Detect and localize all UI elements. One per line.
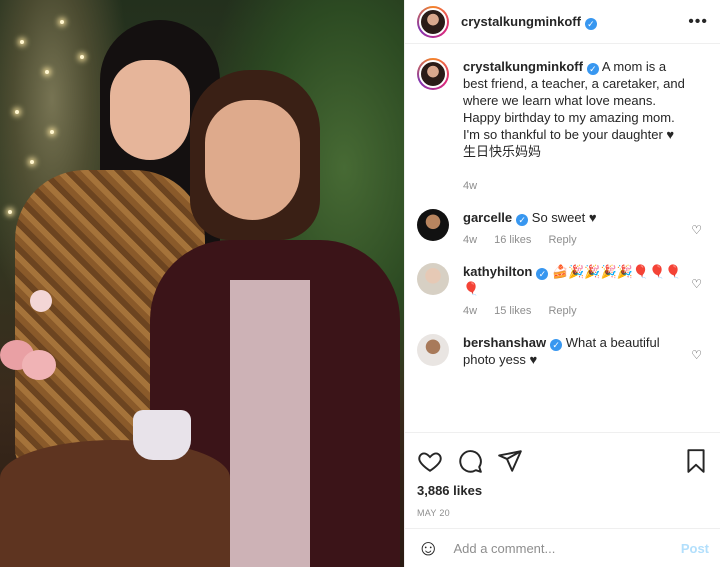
comment-likes[interactable]: 16 likes [494, 234, 531, 246]
post-date: MAY 20 [417, 508, 450, 518]
post-photo[interactable] [0, 0, 404, 567]
verified-icon: ✓ [584, 17, 597, 30]
post-sidebar: crystalkungminkoff ✓ ••• crystalkungminko… [404, 0, 720, 567]
bookmark-icon[interactable] [683, 448, 709, 474]
commenter-avatar[interactable] [417, 209, 449, 241]
comment-text: So sweet ♥ [531, 210, 597, 225]
comment-row: garcelle ✓ So sweet ♥ 4w 16 likes Reply ♡ [417, 209, 708, 249]
caption-username[interactable]: crystalkungminkoff ✓ [463, 59, 599, 75]
heart-icon[interactable]: ♡ [691, 277, 702, 291]
commenter-avatar[interactable] [417, 263, 449, 295]
comment-reply[interactable]: Reply [548, 234, 576, 246]
post-header: crystalkungminkoff ✓ ••• [405, 0, 720, 44]
like-count[interactable]: 3,886 likes [417, 483, 709, 498]
comment-row: bershanshaw ✓ What a beautiful photo yess… [417, 334, 708, 368]
comment-age: 4w [463, 305, 478, 317]
caption-text: A mom is a best friend, a teacher, a car… [463, 59, 685, 159]
comment-icon[interactable] [457, 448, 483, 474]
comment-username[interactable]: bershanshaw [463, 335, 546, 350]
comment-input[interactable]: Add a comment... [453, 541, 680, 556]
comment-age: 4w [463, 234, 478, 246]
post-actions: 3,886 likes MAY 20 [405, 432, 720, 518]
verified-icon: ✓ [550, 339, 563, 351]
verified-icon: ✓ [516, 214, 529, 226]
fairy-light [15, 110, 19, 114]
comment-row: kathyhilton ✓ 🍰🎉🎉🎉🎉🎈🎈🎈🎈 4w 15 likes Reply… [417, 263, 708, 320]
share-icon[interactable] [497, 448, 523, 474]
author-avatar[interactable] [417, 5, 449, 38]
fairy-light [20, 40, 24, 44]
heart-icon[interactable]: ♡ [691, 348, 702, 362]
emoji-icon[interactable]: ☺ [417, 535, 439, 561]
commenter-avatar[interactable] [417, 334, 449, 366]
comment-username[interactable]: garcelle [463, 210, 512, 225]
flower-vase [0, 280, 70, 460]
ellipsis-icon[interactable]: ••• [688, 13, 708, 31]
comment-likes[interactable]: 15 likes [494, 305, 531, 317]
table [0, 440, 230, 567]
fairy-light [30, 160, 34, 164]
caption-meta: 4w [463, 178, 686, 195]
verified-icon: ✓ [536, 268, 549, 280]
comment-meta: 4w 15 likes Reply [463, 303, 686, 320]
comment-reply[interactable]: Reply [548, 305, 576, 317]
cup [133, 410, 191, 460]
fairy-light [8, 210, 12, 214]
author-avatar[interactable] [417, 58, 449, 90]
heart-icon[interactable] [417, 448, 443, 474]
author-username[interactable]: crystalkungminkoff ✓ [461, 14, 597, 30]
post-button[interactable]: Post [681, 541, 709, 556]
comment-meta: 4w 16 likes Reply [463, 232, 686, 249]
add-comment-bar: ☺ Add a comment... Post [405, 528, 720, 567]
comment-username[interactable]: kathyhilton [463, 264, 532, 279]
comments-list: crystalkungminkoff ✓ A mom is a best frie… [405, 44, 720, 434]
caption: crystalkungminkoff ✓ A mom is a best frie… [417, 58, 708, 195]
heart-icon[interactable]: ♡ [691, 223, 702, 237]
caption-age: 4w [463, 180, 478, 192]
verified-icon: ✓ [586, 63, 599, 75]
